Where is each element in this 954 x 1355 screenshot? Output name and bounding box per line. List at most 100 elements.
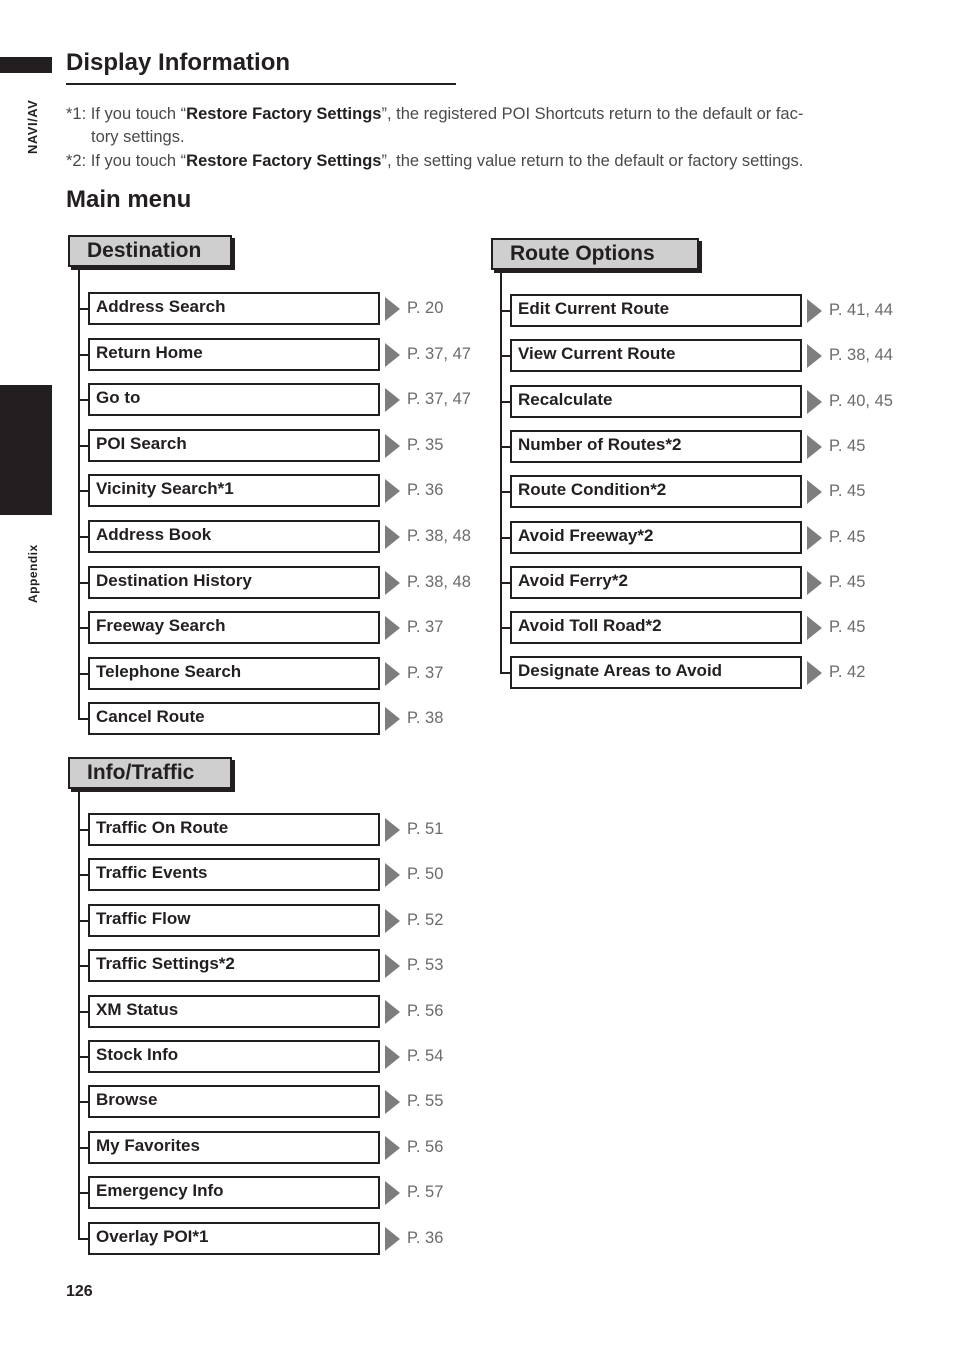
menu-item-stock-info[interactable]: Stock Info: [88, 1040, 380, 1073]
footnote-2-bold: Restore Factory Settings: [186, 152, 382, 170]
menu-item-telephone-search[interactable]: Telephone Search: [88, 657, 380, 690]
subsection-title: Main menu: [66, 186, 192, 213]
arrow-right-icon: [807, 661, 822, 685]
page-reference: P. 45: [829, 618, 866, 636]
menu-item-my-favorites[interactable]: My Favorites: [88, 1131, 380, 1164]
menu-item-recalculate[interactable]: Recalculate: [510, 385, 802, 418]
arrow-right-icon: [807, 571, 822, 595]
section-divider: [66, 83, 456, 85]
side-tab-label-appendix: Appendix: [26, 544, 40, 603]
menu-item-vicinity-search-1[interactable]: Vicinity Search*1: [88, 474, 380, 507]
menu-item-avoid-toll-road-2[interactable]: Avoid Toll Road*2: [510, 611, 802, 644]
arrow-right-icon: [807, 299, 822, 323]
footnote-1: *1: If you touch “Restore Factory Settin…: [66, 103, 896, 149]
footnote-1-prefix: *1: If you touch “: [66, 105, 187, 123]
page-reference: P. 38, 48: [407, 527, 471, 545]
arrow-right-icon: [807, 435, 822, 459]
tree-connector-info-traffic: [78, 789, 80, 1238]
page-reference: P. 56: [407, 1002, 444, 1020]
arrow-right-icon: [385, 1045, 400, 1069]
page-reference: P. 57: [407, 1183, 444, 1201]
page-reference: P. 37: [407, 664, 444, 682]
menu-item-xm-status[interactable]: XM Status: [88, 995, 380, 1028]
page-reference: P. 55: [407, 1092, 444, 1110]
menu-item-view-current-route[interactable]: View Current Route: [510, 339, 802, 372]
arrow-right-icon: [385, 434, 400, 458]
menu-item-browse[interactable]: Browse: [88, 1085, 380, 1118]
page-reference: P. 51: [407, 820, 444, 838]
menu-item-designate-areas-to-avoid[interactable]: Designate Areas to Avoid: [510, 656, 802, 689]
arrow-right-icon: [807, 616, 822, 640]
page-reference: P. 20: [407, 299, 444, 317]
page-reference: P. 38, 44: [829, 346, 893, 364]
page-reference: P. 56: [407, 1138, 444, 1156]
menu-item-poi-search[interactable]: POI Search: [88, 429, 380, 462]
category-header-route-options: Route Options: [491, 238, 699, 270]
footnote-1-continuation: tory settings.: [91, 128, 185, 146]
page-reference: P. 37, 47: [407, 390, 471, 408]
menu-item-cancel-route[interactable]: Cancel Route: [88, 702, 380, 735]
page-reference: P. 52: [407, 911, 444, 929]
menu-item-return-home[interactable]: Return Home: [88, 338, 380, 371]
menu-item-overlay-poi-1[interactable]: Overlay POI*1: [88, 1222, 380, 1255]
page-reference: P. 42: [829, 663, 866, 681]
arrow-right-icon: [385, 525, 400, 549]
arrow-right-icon: [385, 1090, 400, 1114]
menu-item-edit-current-route[interactable]: Edit Current Route: [510, 294, 802, 327]
footnote-1-suffix: ”, the registered POI Shortcuts return t…: [381, 105, 804, 123]
footnote-2: *2: If you touch “Restore Factory Settin…: [66, 150, 896, 173]
arrow-right-icon: [807, 526, 822, 550]
arrow-right-icon: [385, 1181, 400, 1205]
category-header-info-traffic: Info/Traffic: [68, 757, 232, 789]
arrow-right-icon: [385, 1136, 400, 1160]
arrow-right-icon: [385, 863, 400, 887]
page-reference: P. 38: [407, 709, 444, 727]
arrow-right-icon: [385, 818, 400, 842]
arrow-right-icon: [385, 909, 400, 933]
menu-item-number-of-routes-2[interactable]: Number of Routes*2: [510, 430, 802, 463]
menu-item-destination-history[interactable]: Destination History: [88, 566, 380, 599]
tree-connector-route-options: [500, 270, 502, 673]
menu-item-traffic-on-route[interactable]: Traffic On Route: [88, 813, 380, 846]
menu-item-traffic-settings-2[interactable]: Traffic Settings*2: [88, 949, 380, 982]
arrow-right-icon: [385, 662, 400, 686]
tree-connector-destination: [78, 267, 80, 719]
page-reference: P. 35: [407, 436, 444, 454]
arrow-right-icon: [385, 1227, 400, 1251]
page-reference: P. 54: [407, 1047, 444, 1065]
page-number: 126: [66, 1283, 93, 1300]
arrow-right-icon: [385, 1000, 400, 1024]
side-tab-marker-appendix: [0, 385, 52, 515]
page-reference: P. 41, 44: [829, 301, 893, 319]
menu-item-emergency-info[interactable]: Emergency Info: [88, 1176, 380, 1209]
page-reference: P. 36: [407, 481, 444, 499]
menu-item-address-book[interactable]: Address Book: [88, 520, 380, 553]
arrow-right-icon: [807, 344, 822, 368]
section-title: Display Information: [66, 49, 291, 76]
page-reference: P. 45: [829, 482, 866, 500]
page-reference: P. 37, 47: [407, 345, 471, 363]
arrow-right-icon: [385, 571, 400, 595]
arrow-right-icon: [385, 297, 400, 321]
menu-item-traffic-events[interactable]: Traffic Events: [88, 858, 380, 891]
menu-item-traffic-flow[interactable]: Traffic Flow: [88, 904, 380, 937]
arrow-right-icon: [385, 343, 400, 367]
menu-item-avoid-freeway-2[interactable]: Avoid Freeway*2: [510, 521, 802, 554]
footnote-1-bold: Restore Factory Settings: [186, 105, 382, 123]
page-reference: P. 45: [829, 528, 866, 546]
footnote-2-suffix: ”, the setting value return to the defau…: [381, 152, 804, 170]
page-reference: P. 45: [829, 573, 866, 591]
side-tab-marker-navi: [0, 57, 52, 73]
menu-item-freeway-search[interactable]: Freeway Search: [88, 611, 380, 644]
page-reference: P. 53: [407, 956, 444, 974]
side-tab-label-navi: NAVI/AV: [25, 99, 40, 154]
menu-item-address-search[interactable]: Address Search: [88, 292, 380, 325]
arrow-right-icon: [385, 388, 400, 412]
menu-item-avoid-ferry-2[interactable]: Avoid Ferry*2: [510, 566, 802, 599]
category-header-destination: Destination: [68, 235, 232, 267]
menu-item-go-to[interactable]: Go to: [88, 383, 380, 416]
page-reference: P. 50: [407, 865, 444, 883]
page-reference: P. 36: [407, 1229, 444, 1247]
page-reference: P. 38, 48: [407, 573, 471, 591]
menu-item-route-condition-2[interactable]: Route Condition*2: [510, 475, 802, 508]
